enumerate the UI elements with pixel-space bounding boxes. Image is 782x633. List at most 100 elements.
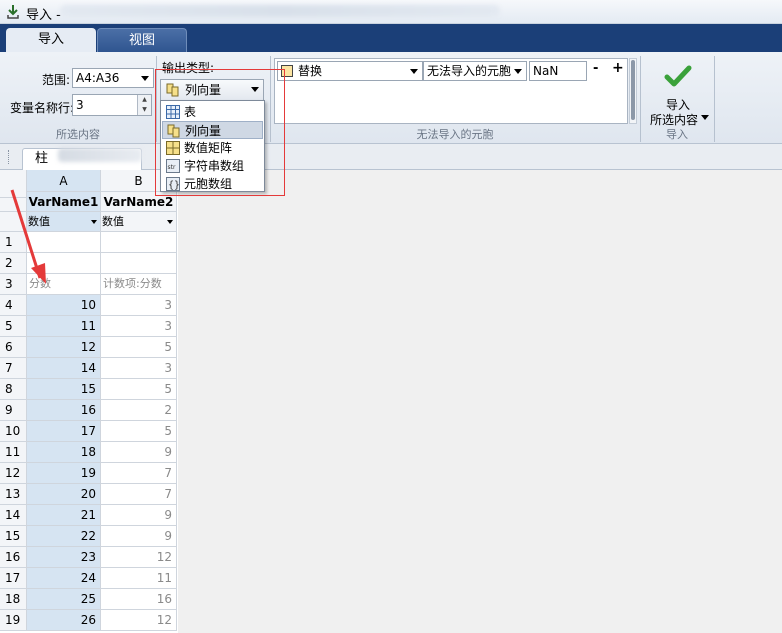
row-header[interactable]: 16 (0, 547, 27, 568)
row-header[interactable]: 5 (0, 316, 27, 337)
cell-a[interactable]: 24 (27, 568, 101, 589)
cell-a[interactable]: 18 (27, 442, 101, 463)
cell-b[interactable]: 9 (101, 505, 177, 526)
cell-a[interactable]: 23 (27, 547, 101, 568)
cell-b[interactable]: 5 (101, 337, 177, 358)
row-header[interactable]: 9 (0, 400, 27, 421)
cell-a[interactable]: 14 (27, 358, 101, 379)
tab-grip-icon (8, 150, 16, 164)
row-header[interactable]: 11 (0, 442, 27, 463)
cell-a[interactable]: 20 (27, 484, 101, 505)
row-header[interactable]: 12 (0, 463, 27, 484)
rule-action-combobox[interactable]: 替换 (277, 61, 423, 81)
row-header[interactable]: 7 (0, 358, 27, 379)
cell-a[interactable]: 16 (27, 400, 101, 421)
cell-a[interactable]: 21 (27, 505, 101, 526)
cell-a[interactable]: 12 (27, 337, 101, 358)
unimportable-group-caption: 无法导入的元胞 (416, 128, 494, 141)
cell-b[interactable]: 9 (101, 526, 177, 547)
row-header[interactable]: 17 (0, 568, 27, 589)
chevron-down-icon (91, 220, 97, 224)
varnames-row-value: 3 (76, 98, 84, 112)
checkmark-icon (664, 65, 692, 87)
tab-import[interactable]: 导入 (6, 28, 96, 52)
chevron-down-icon (141, 76, 149, 81)
cell-b[interactable]: 3 (101, 295, 177, 316)
remove-rule-button[interactable]: - (593, 61, 598, 76)
range-value: A4:A36 (76, 71, 120, 85)
cell-a[interactable]: 19 (27, 463, 101, 484)
spin-up-icon[interactable]: ▲ (137, 95, 151, 105)
cell-a[interactable]: 22 (27, 526, 101, 547)
cell-b[interactable]: 5 (101, 421, 177, 442)
blurred-filename (60, 5, 500, 17)
cell-b[interactable]: 12 (101, 610, 177, 631)
cell-b[interactable] (101, 253, 177, 274)
group-divider (714, 56, 715, 142)
cell-b[interactable]: 5 (101, 379, 177, 400)
cell-a[interactable]: 11 (27, 316, 101, 337)
title-bar: 导入 - (0, 0, 782, 24)
varnames-row-spinner[interactable]: 3 ▲ ▼ (72, 94, 152, 116)
row-header[interactable]: 6 (0, 337, 27, 358)
cell-a[interactable]: 25 (27, 589, 101, 610)
cell-a[interactable]: 17 (27, 421, 101, 442)
replacement-value: NaN (533, 64, 559, 78)
chevron-down-icon (701, 115, 709, 120)
annotation-arrow-icon (10, 189, 46, 284)
row-header[interactable]: 8 (0, 379, 27, 400)
import-arrow-icon (7, 5, 19, 19)
cell-b[interactable]: 2 (101, 400, 177, 421)
cell-b[interactable]: 16 (101, 589, 177, 610)
range-label: 范围: (42, 73, 71, 87)
cell-b[interactable]: 计数项:分数 (101, 274, 177, 295)
sheet-tab-label: 柱 (35, 151, 49, 166)
rules-scrollbar[interactable] (629, 58, 637, 124)
cell-b[interactable]: 7 (101, 463, 177, 484)
cell-a[interactable]: 26 (27, 610, 101, 631)
spin-down-icon[interactable]: ▼ (137, 105, 151, 115)
cell-a[interactable]: 15 (27, 379, 101, 400)
cell-b[interactable]: 11 (101, 568, 177, 589)
import-selection-button[interactable]: 导入 所选内容 (643, 56, 713, 127)
cell-b[interactable]: 3 (101, 358, 177, 379)
cell-b[interactable]: 3 (101, 316, 177, 337)
replacement-value-input[interactable]: NaN (529, 61, 587, 81)
row-header[interactable]: 4 (0, 295, 27, 316)
type-value-b: 数值 (102, 215, 124, 228)
cell-b[interactable]: 12 (101, 547, 177, 568)
import-group-caption: 导入 (666, 128, 688, 141)
row-header[interactable]: 13 (0, 484, 27, 505)
row-header[interactable]: 14 (0, 505, 27, 526)
row-header[interactable]: 18 (0, 589, 27, 610)
annotation-box (155, 69, 285, 196)
cell-b[interactable]: 9 (101, 442, 177, 463)
scrollbar-thumb[interactable] (631, 60, 635, 120)
chevron-down-icon (167, 220, 173, 224)
window-title: 导入 - (26, 8, 61, 23)
row-header[interactable]: 15 (0, 526, 27, 547)
row-header[interactable]: 10 (0, 421, 27, 442)
ribbon: 范围: A4:A36 变量名称行: 3 ▲ ▼ 所选内容 输出类型: 列向量 替… (0, 52, 782, 144)
add-rule-button[interactable]: + (612, 60, 624, 76)
rule-target-combobox[interactable]: 无法导入的元胞 (423, 61, 527, 81)
rule-target-value: 无法导入的元胞 (427, 64, 512, 78)
cell-b[interactable] (101, 232, 177, 253)
blurred-sheet-name (58, 148, 142, 162)
annotation-line (265, 69, 285, 70)
cell-b[interactable]: 7 (101, 484, 177, 505)
type-selector-b[interactable]: 数值 (101, 212, 177, 232)
chevron-down-icon (410, 69, 418, 74)
chevron-down-icon (514, 69, 522, 74)
unimportable-rules-panel: 替换 无法导入的元胞 NaN - + (274, 58, 628, 124)
ribbon-tab-strip: 导入 视图 (0, 24, 782, 52)
varnames-row-label: 变量名称行: (10, 101, 75, 115)
tab-view[interactable]: 视图 (97, 28, 187, 52)
cell-a[interactable]: 10 (27, 295, 101, 316)
row-header[interactable]: 19 (0, 610, 27, 631)
range-combobox[interactable]: A4:A36 (72, 68, 154, 88)
rule-action-value: 替换 (298, 64, 323, 78)
document-tab-row: 柱 (0, 144, 782, 170)
selection-group-caption: 所选内容 (56, 128, 100, 141)
empty-workspace (178, 170, 782, 633)
